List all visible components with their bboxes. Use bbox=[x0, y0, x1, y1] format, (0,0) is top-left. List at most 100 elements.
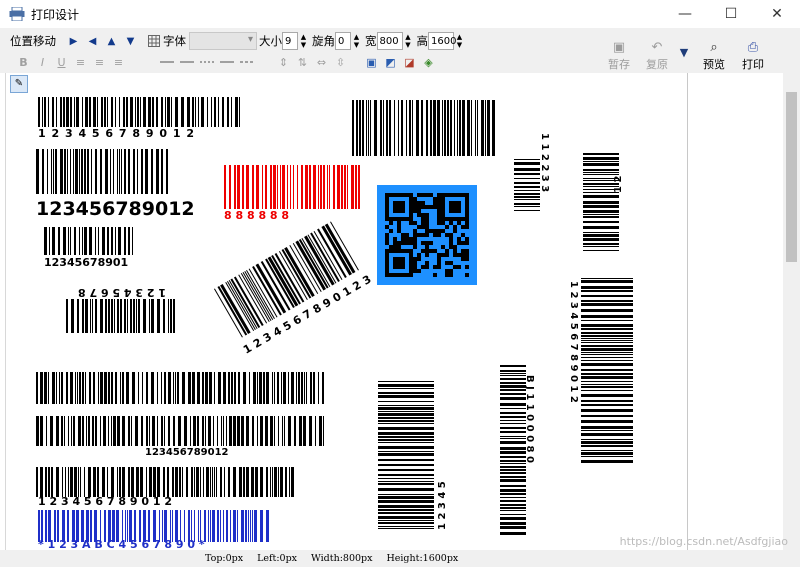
bar bbox=[223, 372, 226, 404]
bar bbox=[581, 280, 633, 283]
bar bbox=[122, 467, 125, 497]
bar bbox=[74, 467, 77, 497]
bar bbox=[401, 100, 403, 156]
bar bbox=[260, 467, 263, 497]
barcode-3[interactable] bbox=[224, 165, 360, 209]
qr-module bbox=[433, 233, 437, 237]
vcenter-icon[interactable]: ⇅ bbox=[293, 56, 312, 69]
scrollbar-thumb[interactable] bbox=[786, 92, 797, 262]
rotate-spin-icon[interactable]: ▲ ▼ bbox=[351, 33, 362, 51]
barcode-10b[interactable] bbox=[36, 416, 324, 446]
bar bbox=[137, 149, 138, 194]
align-left-icon[interactable]: ≡ bbox=[71, 56, 90, 69]
barcode-10a[interactable] bbox=[36, 372, 324, 404]
maximize-button[interactable]: ☐ bbox=[708, 0, 754, 28]
eraser-icon[interactable]: ✎ bbox=[10, 75, 28, 93]
dashdotdot-line-icon[interactable] bbox=[240, 61, 254, 63]
bar bbox=[223, 510, 224, 542]
size-stepper[interactable]: 9 ▲ ▼ bbox=[282, 32, 306, 50]
bar bbox=[218, 97, 219, 127]
bar bbox=[119, 149, 120, 194]
hspace-icon[interactable]: ⇔ bbox=[312, 56, 331, 69]
barcode-3-text: 8 8 8 8 8 8 bbox=[224, 209, 289, 222]
font-select[interactable] bbox=[189, 32, 257, 50]
underline-icon[interactable]: U bbox=[52, 56, 71, 69]
qr-module bbox=[449, 209, 453, 213]
pause-button[interactable]: ▣ 暂存 bbox=[599, 40, 639, 72]
design-paper[interactable]: 1 2 3 4 5 6 7 8 9 0 1 2 123456789012 8 8… bbox=[8, 73, 688, 551]
bar bbox=[115, 227, 116, 255]
vspace-icon[interactable]: ⇕ bbox=[274, 56, 293, 69]
qr-module bbox=[401, 217, 405, 221]
minimize-button[interactable]: — bbox=[662, 0, 708, 28]
bar bbox=[157, 467, 160, 497]
bar bbox=[63, 97, 65, 127]
barcode-2[interactable] bbox=[36, 149, 168, 194]
qr-module bbox=[421, 213, 425, 217]
barcode-13[interactable] bbox=[378, 381, 434, 529]
align-icon[interactable]: ◩ bbox=[381, 56, 400, 69]
italic-icon[interactable]: I bbox=[33, 56, 52, 69]
width-spin-icon[interactable]: ▲ ▼ bbox=[403, 33, 414, 51]
qr-module bbox=[425, 245, 429, 249]
bar bbox=[378, 505, 434, 508]
solid-line-icon[interactable] bbox=[160, 61, 174, 63]
stack-icon[interactable]: ◈ bbox=[419, 56, 438, 69]
window-controls: — ☐ ✕ bbox=[662, 0, 800, 28]
barcode-14[interactable] bbox=[500, 365, 526, 535]
status-left: Left:0px bbox=[257, 553, 298, 564]
vheight-icon[interactable]: ⇳ bbox=[331, 56, 350, 69]
size-spin-icon[interactable]: ▲ ▼ bbox=[298, 33, 309, 51]
barcode-5-text: 1 2 3 4 5 6 7 8 bbox=[78, 286, 166, 299]
copy-icon[interactable]: ▣ bbox=[362, 56, 381, 69]
bar bbox=[500, 460, 526, 462]
dashdot-line-icon[interactable] bbox=[220, 61, 234, 63]
bar bbox=[161, 372, 162, 404]
move-left-icon[interactable]: ◀ bbox=[83, 36, 102, 47]
align-center-icon[interactable]: ≡ bbox=[90, 56, 109, 69]
bar bbox=[278, 416, 279, 446]
barcode-11[interactable] bbox=[36, 467, 294, 497]
bar bbox=[378, 420, 434, 422]
bar bbox=[119, 467, 121, 497]
height-spin-icon[interactable]: ▲ ▼ bbox=[454, 33, 465, 51]
rotate-stepper[interactable]: 0 ▲ ▼ bbox=[335, 32, 359, 50]
barcode-pdf[interactable] bbox=[352, 100, 495, 156]
barcode-8[interactable] bbox=[583, 153, 619, 251]
bar bbox=[374, 100, 377, 156]
preview-button[interactable]: ⌕ 预览 bbox=[694, 40, 734, 72]
bar bbox=[581, 348, 633, 351]
move-up-icon[interactable]: ▲ bbox=[102, 36, 121, 47]
bar bbox=[197, 372, 200, 404]
bar bbox=[246, 467, 249, 497]
layer-icon[interactable]: ◪ bbox=[400, 56, 419, 69]
bar bbox=[70, 372, 73, 404]
barcode-7[interactable] bbox=[514, 159, 540, 211]
move-down-icon[interactable]: ▼ bbox=[121, 36, 140, 47]
height-stepper[interactable]: 1600 ▲ ▼ bbox=[428, 32, 462, 50]
qr-module bbox=[445, 273, 449, 277]
bar bbox=[581, 439, 633, 440]
dash-line-icon[interactable] bbox=[180, 61, 194, 63]
bar bbox=[141, 416, 143, 446]
dot-line-icon[interactable] bbox=[200, 61, 214, 63]
align-right-icon[interactable]: ≡ bbox=[109, 56, 128, 69]
qr-module bbox=[397, 225, 401, 229]
bar bbox=[56, 467, 59, 497]
barcode-5[interactable] bbox=[66, 299, 175, 333]
height-value: 1600 bbox=[431, 35, 457, 47]
width-stepper[interactable]: 800 ▲ ▼ bbox=[376, 32, 411, 50]
barcode-1[interactable] bbox=[38, 97, 240, 127]
barcode-4[interactable] bbox=[44, 227, 133, 255]
print-button[interactable]: ⎙ 打印 bbox=[733, 40, 773, 72]
bar bbox=[63, 227, 66, 255]
bar bbox=[583, 161, 619, 162]
move-right-icon[interactable]: ▶ bbox=[64, 36, 83, 47]
close-button[interactable]: ✕ bbox=[754, 0, 800, 28]
barcode-9[interactable] bbox=[581, 278, 633, 463]
bold-icon[interactable]: B bbox=[14, 56, 33, 69]
grid-icon[interactable] bbox=[148, 35, 160, 47]
qr-module bbox=[389, 193, 393, 197]
restore-button[interactable]: ↶ 复原 bbox=[637, 40, 677, 72]
bar bbox=[581, 390, 633, 391]
